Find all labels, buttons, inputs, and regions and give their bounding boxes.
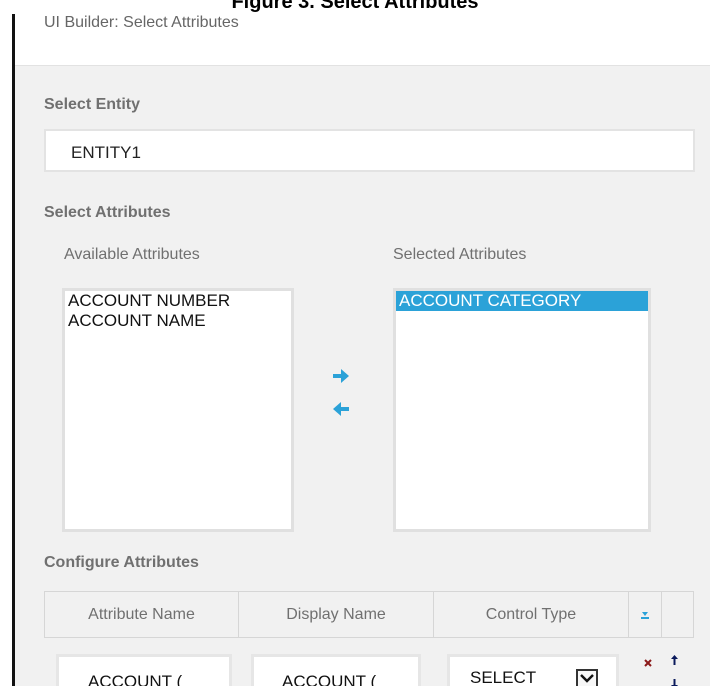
selected-attributes-list[interactable]: ACCOUNT CATEGORY <box>393 288 651 532</box>
entity-value: ENTITY1 <box>71 143 141 162</box>
select-attributes-label: Select Attributes <box>44 204 171 221</box>
attribute-name-value: ACCOUNT ( <box>88 672 183 686</box>
select-attributes-panel: UI Builder: Select Attributes Select Ent… <box>12 14 710 686</box>
panel-title: UI Builder: Select Attributes <box>44 14 239 31</box>
control-type-value: SELECT <box>470 668 537 686</box>
figure-caption-text: Figure 3. Select Attributes <box>231 0 479 13</box>
chevron-down-icon[interactable] <box>576 669 598 686</box>
attribute-name-field[interactable]: ACCOUNT ( <box>56 654 232 686</box>
download-icon[interactable] <box>629 592 662 637</box>
select-entity-label: Select Entity <box>44 96 141 113</box>
arrow-up-icon[interactable] <box>671 652 678 670</box>
list-item[interactable]: ACCOUNT NAME <box>65 311 291 331</box>
list-item[interactable]: ACCOUNT CATEGORY <box>396 291 648 311</box>
selected-attributes-label: Selected Attributes <box>393 246 527 263</box>
header-empty-cell <box>662 592 693 637</box>
figure-caption: Figure 3. Select Attributes <box>0 0 710 14</box>
close-icon[interactable] <box>644 654 652 672</box>
panel-header: UI Builder: Select Attributes <box>15 14 710 66</box>
display-name-field[interactable]: ACCOUNT ( <box>251 654 421 686</box>
control-type-select[interactable]: SELECT <box>447 654 619 686</box>
arrow-down-icon[interactable] <box>671 676 678 686</box>
list-item[interactable]: ACCOUNT NUMBER <box>65 291 291 311</box>
available-attributes-list[interactable]: ACCOUNT NUMBER ACCOUNT NAME <box>62 288 294 532</box>
configure-attributes-header: Attribute Name Display Name Control Type <box>44 591 694 638</box>
configure-attributes-label: Configure Attributes <box>44 554 199 571</box>
column-header-attribute-name: Attribute Name <box>45 592 239 637</box>
display-name-value: ACCOUNT ( <box>282 672 377 686</box>
arrow-left-icon[interactable] <box>333 402 349 416</box>
available-attributes-label: Available Attributes <box>64 246 200 263</box>
arrow-right-icon[interactable] <box>333 369 349 383</box>
entity-field[interactable]: ENTITY1 <box>44 129 695 172</box>
column-header-display-name: Display Name <box>239 592 434 637</box>
column-header-control-type: Control Type <box>434 592 629 637</box>
